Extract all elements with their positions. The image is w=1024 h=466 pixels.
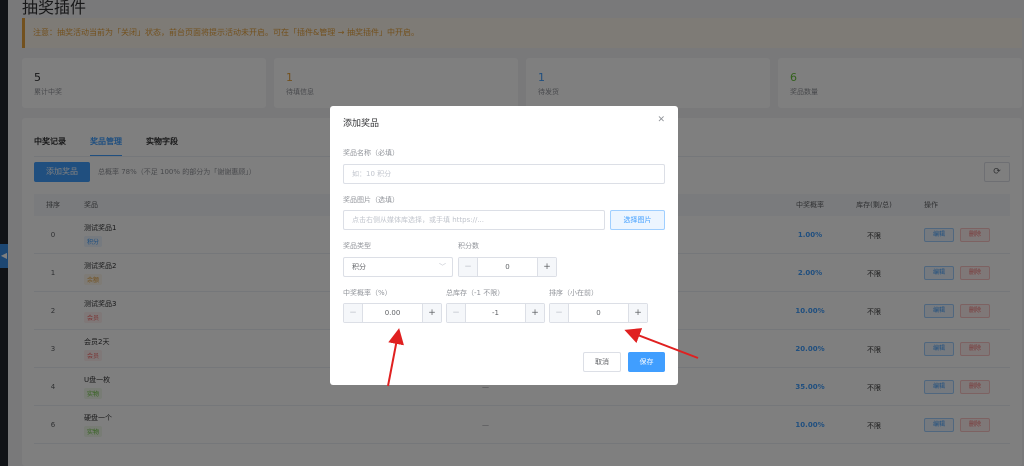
increment-icon[interactable]: + (525, 304, 544, 322)
close-icon[interactable]: ✕ (657, 115, 665, 125)
sort-order-value[interactable]: 0 (569, 304, 628, 322)
probability-label: 中奖概率（%） (343, 289, 392, 297)
sort-order-stepper[interactable]: − 0 + (549, 303, 648, 323)
prize-image-label: 奖品图片（选填） (343, 196, 399, 204)
total-stock-stepper[interactable]: − -1 + (446, 303, 545, 323)
prize-name-input[interactable]: 如：10 积分 (343, 164, 665, 184)
prize-type-value: 积分 (352, 263, 366, 271)
dialog-title: 添加奖品 (343, 119, 380, 129)
points-stepper[interactable]: − 0 + (458, 257, 557, 277)
total-stock-label: 总库存（-1 不限） (446, 289, 505, 297)
total-stock-value[interactable]: -1 (466, 304, 525, 322)
decrement-icon[interactable]: − (459, 258, 478, 276)
probability-stepper[interactable]: − 0.00 + (343, 303, 442, 323)
prize-name-label: 奖品名称（必填） (343, 149, 399, 157)
add-prize-dialog: 添加奖品 ✕ 奖品名称（必填） 如：10 积分 奖品图片（选填） 点击右侧从媒体… (330, 106, 678, 385)
save-button[interactable]: 保存 (628, 352, 665, 372)
points-value[interactable]: 0 (478, 258, 537, 276)
sort-order-label: 排序（小在前） (549, 289, 598, 297)
probability-value[interactable]: 0.00 (363, 304, 422, 322)
increment-icon[interactable]: + (537, 258, 556, 276)
pick-image-button[interactable]: 选择图片 (610, 210, 665, 230)
prize-type-select[interactable]: 积分 ﹀ (343, 257, 453, 277)
points-label: 积分数 (458, 242, 479, 250)
increment-icon[interactable]: + (628, 304, 647, 322)
decrement-icon[interactable]: − (550, 304, 569, 322)
prize-type-label: 奖品类型 (343, 242, 371, 250)
decrement-icon[interactable]: − (344, 304, 363, 322)
prize-image-input[interactable]: 点击右侧从媒体库选择，或手填 https://... (343, 210, 605, 230)
cancel-button[interactable]: 取消 (583, 352, 621, 372)
decrement-icon[interactable]: − (447, 304, 466, 322)
increment-icon[interactable]: + (422, 304, 441, 322)
chevron-down-icon: ﹀ (439, 263, 446, 271)
